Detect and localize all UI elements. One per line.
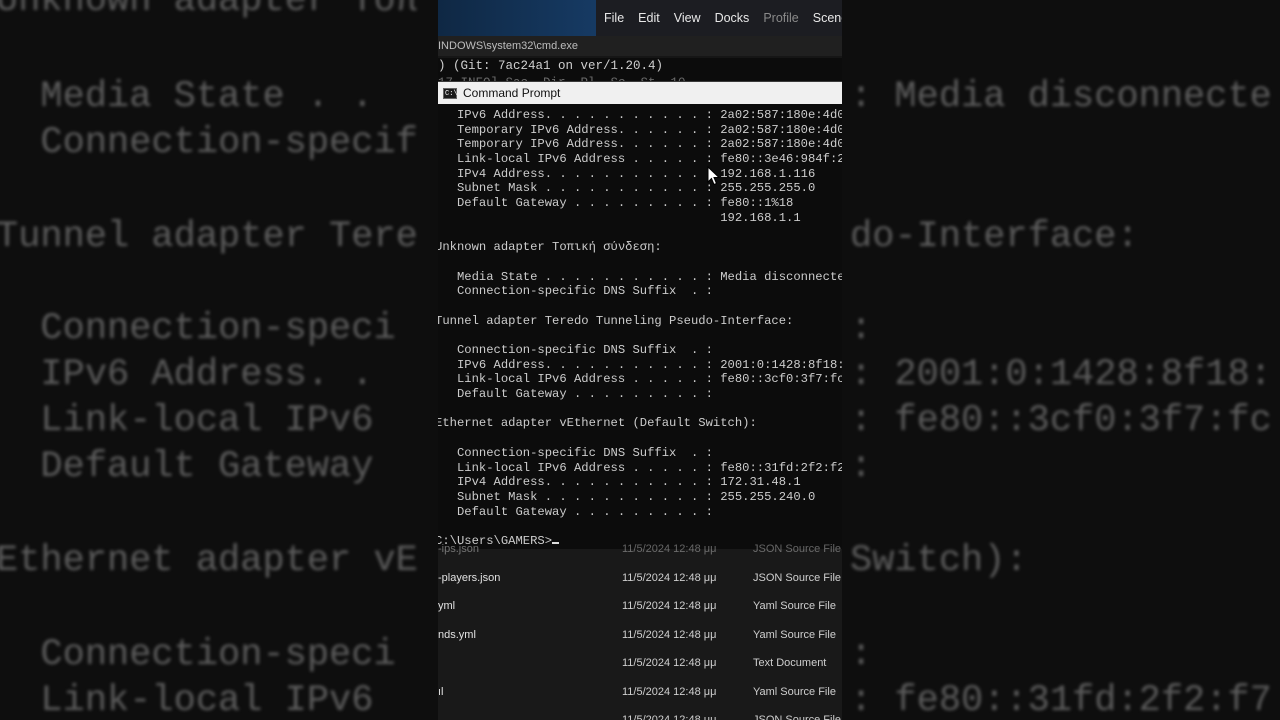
file-type: Text Document [753, 657, 827, 669]
file-row[interactable]: -ips.json 11/5/2024 12:48 μμ JSON Source F… [438, 543, 842, 571]
background-line: Tunnel adapter Tere [0, 216, 418, 258]
background-line-value: : fe80::31fd:2f2:f7 [850, 680, 1272, 720]
file-type: JSON Source File [753, 714, 842, 720]
file-row[interactable]: 11/5/2024 12:48 μμ JSON Source File [438, 714, 842, 720]
file-type: JSON Source File [753, 571, 842, 584]
background-line-value: : Media disconnecte [850, 76, 1272, 118]
background-line: Connection-specif [0, 122, 418, 164]
console-line: Media State . . . . . . . . . . . : Medi… [438, 269, 842, 284]
background-line: Link-local IPv6 [0, 400, 374, 442]
file-row[interactable]: nds.yml 11/5/2024 12:48 μμ Yaml Source Fil… [438, 629, 842, 657]
behind-line-1: ) (Git: 7ac24a1 on ver/1.20.4) [438, 59, 664, 73]
console-line: Default Gateway . . . . . . . . . : [438, 387, 713, 402]
console-line: IPv6 Address. . . . . . . . . . . : 2a02… [438, 108, 842, 122]
file-name: ıl [438, 685, 444, 698]
file-date: 11/5/2024 12:48 μμ [622, 714, 717, 720]
console-line: Unknown adapter Τοπική σύνδεση: [438, 240, 662, 255]
console-line: 192.168.1.1 [438, 210, 801, 225]
menu-view[interactable]: View [674, 11, 701, 25]
console-line: Temporary IPv6 Address. . . . . . : 2a02… [438, 137, 842, 152]
background-line-value: : [850, 308, 873, 350]
file-row[interactable]: ıl 11/5/2024 12:48 μμ Yaml Source File [438, 686, 842, 714]
file-type: Yaml Source File [753, 685, 836, 698]
background-line: Connection-speci [0, 634, 396, 676]
file-row[interactable]: 11/5/2024 12:48 μμ Text Document [438, 657, 842, 685]
cmd-icon: C:\ [443, 87, 458, 99]
file-row[interactable]: -players.json 11/5/2024 12:48 μμ JSON Sour… [438, 572, 842, 600]
command-prompt-window[interactable]: C:\ Command Prompt IPv6 Address. . . . .… [438, 81, 842, 550]
preview-thumbnail [438, 0, 596, 36]
file-type: Yaml Source File [753, 600, 836, 612]
background-line: Media State . . [0, 76, 374, 118]
background-line-value: : [850, 446, 873, 488]
background-line: IPv6 Address. . [0, 354, 374, 396]
menu-docks[interactable]: Docks [715, 11, 750, 25]
background-line-value: : [850, 634, 873, 676]
console-line: Ethernet adapter vEthernet (Default Swit… [438, 416, 757, 431]
console-line: Temporary IPv6 Address. . . . . . : 2a02… [438, 122, 842, 137]
mouse-pointer-icon [707, 166, 721, 186]
command-prompt-titlebar[interactable]: C:\ Command Prompt [438, 82, 842, 104]
file-type: JSON Source File [753, 543, 842, 555]
file-date: 11/5/2024 12:48 μμ [622, 628, 717, 641]
behind-window-title: INDOWS\system32\cmd.exe [438, 36, 842, 56]
console-line: IPv6 Address. . . . . . . . . . . : 2001… [438, 357, 842, 372]
console-line: Link-local IPv6 Address . . . . . : fe80… [438, 372, 842, 387]
file-explorer-list: -ips.json 11/5/2024 12:48 μμ JSON Source F… [438, 543, 842, 720]
file-name: -ips.json [438, 543, 479, 555]
command-prompt-output[interactable]: IPv6 Address. . . . . . . . . . . : 2a02… [438, 108, 842, 550]
file-type: Yaml Source File [753, 628, 836, 641]
file-name: nds.yml [438, 628, 476, 641]
menu-profile[interactable]: Profile [763, 11, 798, 25]
file-name: yml [438, 600, 456, 612]
file-date: 11/5/2024 12:48 μμ [622, 657, 717, 669]
console-line: Default Gateway . . . . . . . . . : fe80… [438, 196, 794, 211]
console-line: IPv4 Address. . . . . . . . . . . : 172.… [438, 475, 801, 490]
menu-file[interactable]: File [604, 11, 624, 25]
obs-menu: File Edit View Docks Profile Scene [604, 0, 842, 36]
file-date: 11/5/2024 12:48 μμ [622, 600, 717, 612]
console-line: Connection-specific DNS Suffix . : [438, 284, 713, 299]
obs-menubar: File Edit View Docks Profile Scene [438, 0, 842, 36]
background-line: Connection-speci [0, 308, 396, 350]
menu-edit[interactable]: Edit [638, 11, 660, 25]
console-line: Subnet Mask . . . . . . . . . . . : 255.… [438, 489, 816, 504]
console-line: Link-local IPv6 Address . . . . . : fe80… [438, 460, 842, 475]
console-line: IPv4 Address. . . . . . . . . . . : 192.… [438, 166, 816, 181]
background-line: Link-local IPv6 [0, 680, 374, 720]
screen-capture-strip: File Edit View Docks Profile Scene INDOW… [438, 0, 842, 720]
file-date: 11/5/2024 12:48 μμ [622, 543, 717, 555]
console-line: Subnet Mask . . . . . . . . . . . : 255.… [438, 181, 816, 196]
background-line: Ethernet adapter vE [0, 540, 418, 582]
file-name: -players.json [438, 571, 501, 584]
console-line: Default Gateway . . . . . . . . . : [438, 504, 713, 519]
console-line: Connection-specific DNS Suffix . : [438, 445, 713, 460]
background-line-value: do-Interface: [850, 216, 1139, 258]
background-line-value: Switch): [850, 540, 1028, 582]
background-line: Unknown adapter Τοπ [0, 0, 418, 22]
console-line: Link-local IPv6 Address . . . . . : fe80… [438, 152, 842, 167]
command-prompt-title: Command Prompt [463, 86, 561, 100]
menu-scene[interactable]: Scene [813, 11, 842, 25]
console-line: Tunnel adapter Teredo Tunneling Pseudo-I… [438, 313, 794, 328]
file-row[interactable]: yml 11/5/2024 12:48 μμ Yaml Source File [438, 600, 842, 628]
background-line-value: : fe80::3cf0:3f7:fc [850, 400, 1272, 442]
file-date: 11/5/2024 12:48 μμ [622, 571, 717, 584]
console-line: Connection-specific DNS Suffix . : [438, 343, 713, 357]
background-line-value: : 2001:0:1428:8f18: [850, 354, 1272, 396]
background-line: Default Gateway [0, 446, 374, 488]
file-date: 11/5/2024 12:48 μμ [622, 685, 717, 698]
